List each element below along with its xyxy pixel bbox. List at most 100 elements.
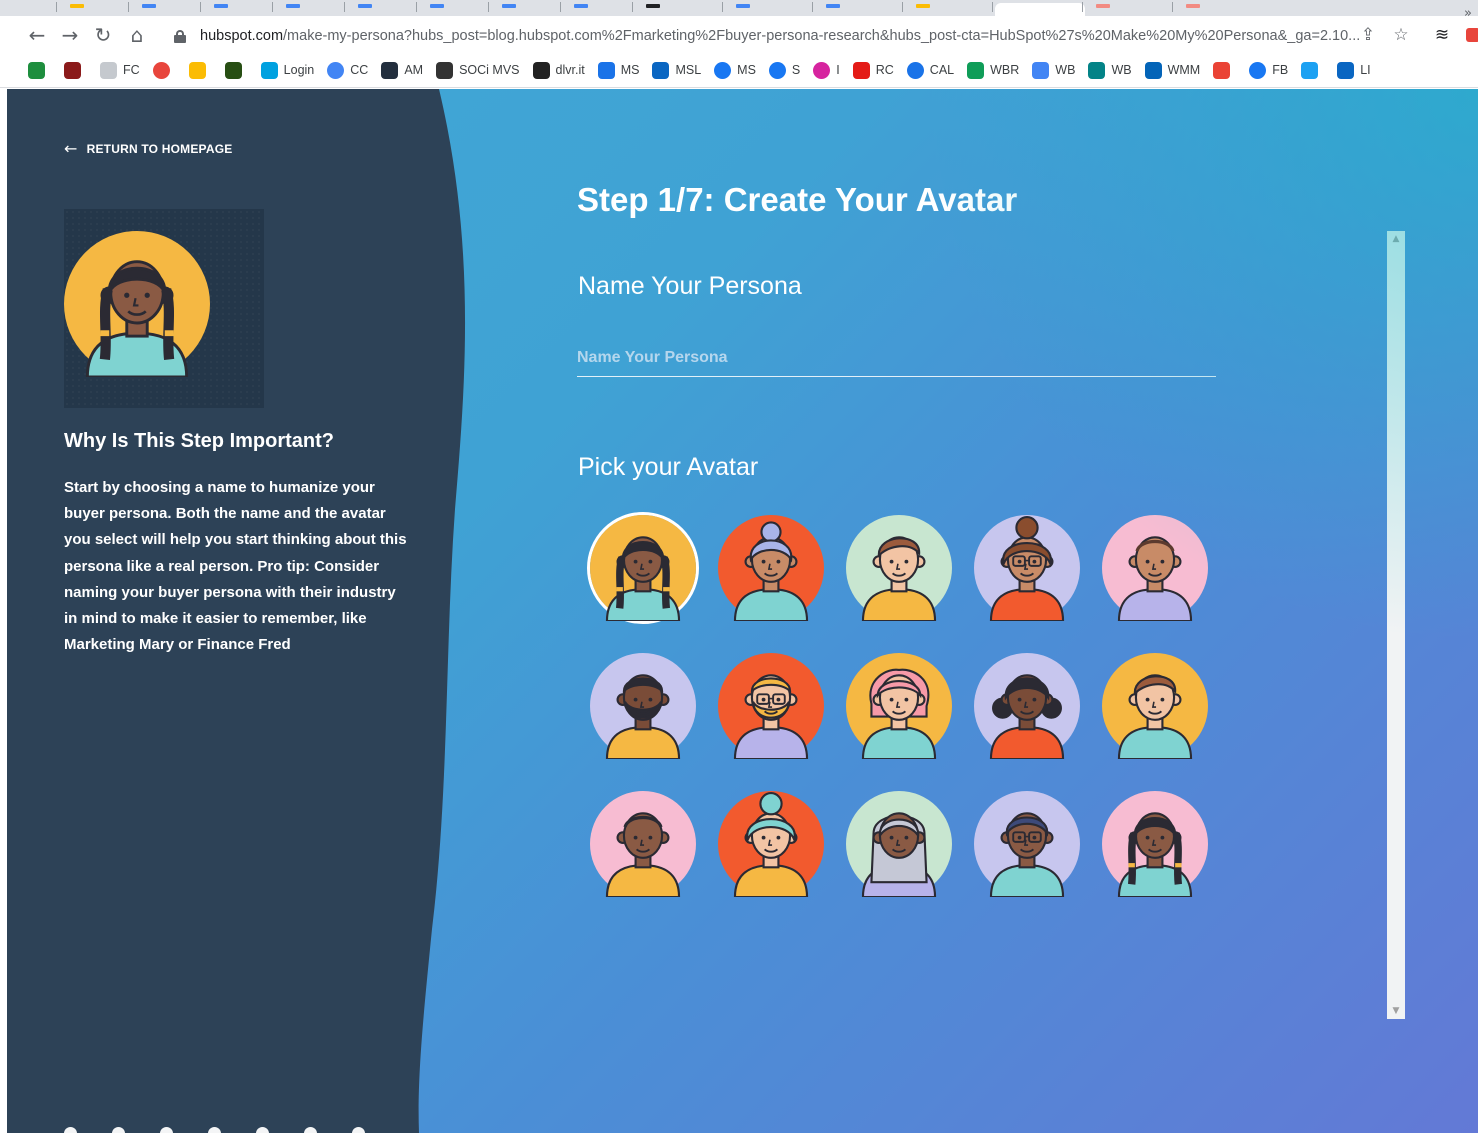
progress-dot[interactable] — [352, 1127, 365, 1133]
bookmark-wb[interactable]: WB — [1088, 59, 1132, 81]
return-label: RETURN TO HOMEPAGE — [86, 141, 233, 156]
step-title: Step 1/7: Create Your Avatar — [577, 181, 1018, 218]
avatar-image — [974, 791, 1080, 897]
preview-avatar-image — [64, 231, 210, 377]
chrome-color-icon — [152, 61, 170, 79]
bookmark-li[interactable]: LI — [1337, 59, 1371, 81]
persona-name-input[interactable] — [577, 339, 1216, 377]
bookmark-label: MS — [620, 63, 640, 77]
active-tab[interactable] — [995, 3, 1085, 16]
avatar-image — [718, 515, 824, 621]
progress-dot[interactable] — [112, 1127, 125, 1133]
bookmark-label: Login — [283, 63, 315, 77]
bookmark-fb[interactable]: FB — [1249, 59, 1288, 81]
avatar-image — [846, 515, 952, 621]
bookmark-soci-mvs[interactable]: SOCi MVS — [436, 59, 520, 81]
tab-strip[interactable] — [0, 0, 1478, 16]
avatar-option-9[interactable] — [971, 650, 1083, 762]
share-icon[interactable]: ⇪ — [1357, 24, 1379, 46]
scroll-up-icon[interactable]: ▲ — [1387, 231, 1405, 247]
green-plus-icon — [967, 61, 985, 79]
bookmark-icon-1[interactable] — [64, 59, 87, 81]
star-icon[interactable]: ☆ — [1390, 24, 1412, 46]
bookmark-label: SOCi MVS — [459, 63, 520, 77]
instagram-icon — [813, 61, 831, 79]
progress-dot[interactable] — [208, 1127, 221, 1133]
bookmark-wbr[interactable]: WBR — [967, 59, 1019, 81]
avatar-option-15[interactable] — [1099, 788, 1211, 900]
gmail-icon — [1213, 61, 1231, 79]
bookmark-label: WB — [1111, 63, 1132, 77]
yellow-square-icon — [188, 61, 206, 79]
cc-swirl-icon — [327, 61, 345, 79]
bookmark-icon-5[interactable] — [224, 59, 248, 81]
url-path: /make-my-persona?hubs_post=blog.hubspot.… — [283, 28, 1360, 44]
avatar-option-11[interactable] — [587, 788, 699, 900]
facebook-icon — [714, 61, 732, 79]
avatar-image — [590, 515, 696, 621]
bookmark-icon-22[interactable] — [1213, 59, 1236, 81]
bookmark-icon-24[interactable] — [1301, 59, 1324, 81]
bookmark-icon-4[interactable] — [188, 59, 212, 81]
avatar-option-14[interactable] — [971, 788, 1083, 900]
bookmark-msl[interactable]: MSL — [652, 59, 701, 81]
linkedin-icon — [652, 61, 670, 79]
bookmark-label: I — [836, 63, 840, 77]
bookmark-fc[interactable]: FC — [100, 59, 140, 81]
progress-dot[interactable] — [256, 1127, 269, 1133]
forward-arrow-icon[interactable]: → — [57, 22, 83, 48]
avatar-option-5[interactable] — [1099, 512, 1211, 624]
avatar-option-13[interactable] — [843, 788, 955, 900]
page-content: ← RETURN TO HOMEPAGE Why Is This Step Im… — [7, 89, 1478, 1133]
bookmark-label: CC — [350, 63, 369, 77]
avatar-option-10[interactable] — [1099, 650, 1211, 762]
back-arrow-icon[interactable]: ← — [24, 22, 50, 48]
bookmark-cal[interactable]: CAL — [906, 59, 954, 81]
bookmark-wb[interactable]: WB — [1032, 59, 1075, 81]
avatar-image — [590, 653, 696, 759]
avatar-image — [1102, 515, 1208, 621]
name-heading: Name Your Persona — [578, 272, 802, 300]
bookmark-ms[interactable]: MS — [597, 59, 640, 81]
avatar-option-3[interactable] — [843, 512, 955, 624]
avatar-option-6[interactable] — [587, 650, 699, 762]
avatar-option-12[interactable] — [715, 788, 827, 900]
avatar-option-1[interactable] — [587, 512, 699, 624]
scroll-down-icon[interactable]: ▼ — [1387, 1003, 1405, 1019]
bookmarks-overflow-button[interactable]: » — [1464, 6, 1472, 21]
bookmark-rc[interactable]: RC — [852, 59, 894, 81]
bookmark-wmm[interactable]: WMM — [1144, 59, 1200, 81]
bookmark-cc[interactable]: CC — [327, 59, 368, 81]
progress-dot[interactable] — [64, 1127, 77, 1133]
avatar-option-8[interactable] — [843, 650, 955, 762]
address-bar[interactable]: hubspot.com/make-my-persona?hubs_post=bl… — [160, 23, 1400, 49]
home-icon[interactable]: ⌂ — [124, 22, 150, 48]
progress-dot[interactable] — [160, 1127, 173, 1133]
bookmark-icon-0[interactable] — [28, 59, 51, 81]
bookmark-login[interactable]: Login — [260, 59, 315, 81]
bookmark-label: S — [791, 63, 801, 77]
avatar-option-4[interactable] — [971, 512, 1083, 624]
scrollbar[interactable]: ▲ ▼ — [1387, 231, 1405, 1019]
bookmark-dlvr-it[interactable]: dlvr.it — [532, 59, 585, 81]
url-text[interactable]: hubspot.com/make-my-persona?hubs_post=bl… — [200, 28, 1360, 44]
bookmark-s[interactable]: S — [768, 59, 801, 81]
avatar-option-2[interactable] — [715, 512, 827, 624]
bookmark-i[interactable]: I — [813, 59, 840, 81]
lock-icon[interactable] — [174, 30, 186, 43]
return-to-homepage-link[interactable]: ← RETURN TO HOMEPAGE — [64, 139, 232, 158]
progress-dot[interactable] — [304, 1127, 317, 1133]
left-panel: ← RETURN TO HOMEPAGE Why Is This Step Im… — [7, 89, 477, 1133]
bookmark-am[interactable]: AM — [381, 59, 423, 81]
extension-red-icon[interactable] — [1462, 24, 1478, 46]
bookmark-label: FB — [1272, 63, 1289, 77]
bookmark-ms[interactable]: MS — [714, 59, 756, 81]
outlook-icon — [1144, 61, 1162, 79]
bookmark-icon-3[interactable] — [152, 59, 176, 81]
avatar-option-7[interactable] — [715, 650, 827, 762]
s-blue-icon — [597, 61, 615, 79]
navigation-row: ← → ↻ ⌂ hubspot.com/make-my-persona?hubs… — [0, 16, 1478, 54]
extension-layers-icon[interactable]: ≋ — [1431, 24, 1453, 46]
bookmark-label: AM — [404, 63, 424, 77]
reload-icon[interactable]: ↻ — [90, 22, 116, 48]
